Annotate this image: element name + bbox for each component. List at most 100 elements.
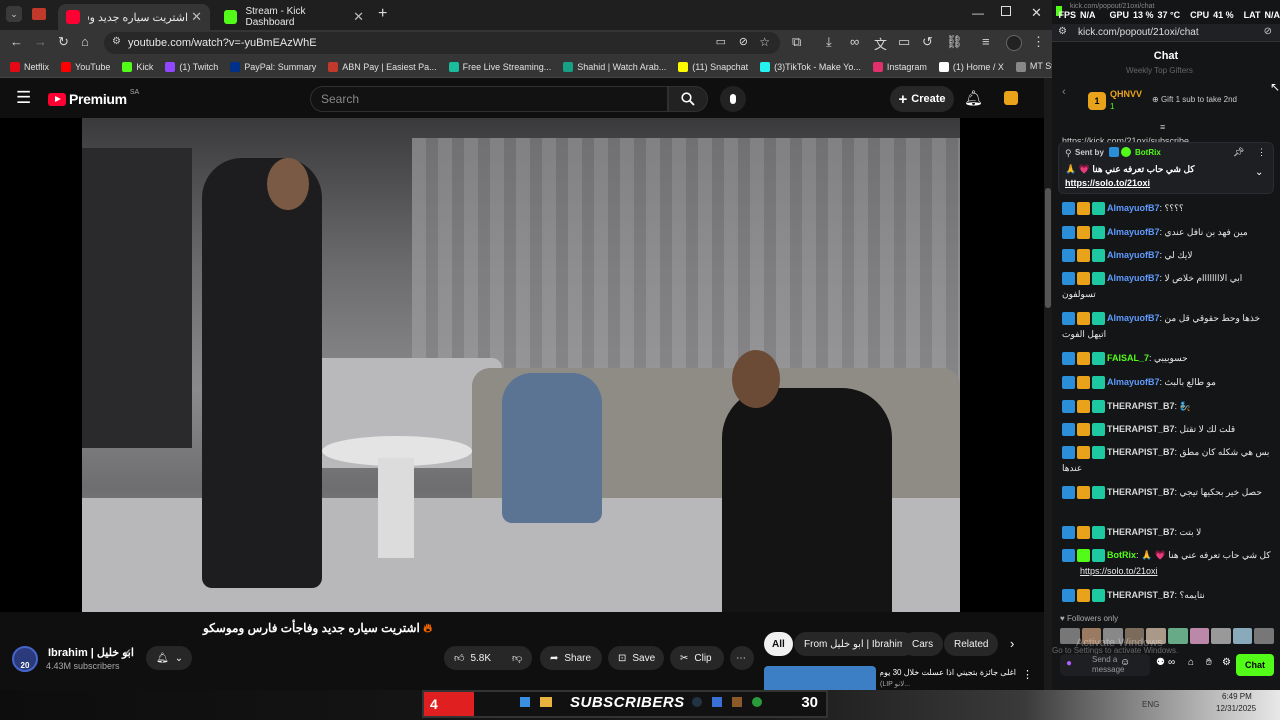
store-icon[interactable]: ⌂ [1188,657,1194,668]
maximize-button[interactable] [1001,6,1011,16]
channel-avatar[interactable]: 20 [12,646,38,672]
tab-search-button[interactable]: ⌄ [6,6,22,22]
app-icon[interactable] [712,697,722,707]
chat-username[interactable]: THERAPIST_B7 [1107,401,1175,411]
like-button[interactable]: 👍︎ 5.8K [444,646,504,670]
subscribed-button[interactable]: 🔔︎ ⌄ [146,646,192,670]
chat-username[interactable]: THERAPIST_B7 [1107,424,1175,434]
emote-icon[interactable] [1167,628,1188,644]
message-input[interactable]: ● Send a message [1060,654,1150,676]
page-scrollbar[interactable] [1044,78,1052,690]
bookmark-free-live-streaming[interactable]: Free Live Streaming... [448,61,551,72]
chat-username[interactable]: AlmayuofB7 [1107,203,1160,213]
top-gifter-name[interactable]: QHNVV [1110,89,1142,99]
notifications-bell-icon[interactable]: 🔔︎ [964,89,983,107]
dislike-button[interactable]: 👎︎ [504,646,532,670]
chat-link[interactable]: https://solo.to/21oxi [1080,566,1158,576]
bookmark-abn-pay[interactable]: ABN Pay | Easiest Pa... [328,61,437,72]
close-tab-icon[interactable]: ✕ [353,9,364,25]
site-info-icon[interactable]: ⚙ [112,36,121,47]
start-icon[interactable] [520,697,530,707]
profile-avatar[interactable] [1006,35,1022,51]
translate-icon[interactable]: 文 [874,34,887,53]
new-tab-button[interactable]: + [378,5,387,23]
bookmark-kick[interactable]: Kick [122,61,153,72]
chevron-left-icon[interactable]: ‹ [1062,86,1066,98]
channel-name[interactable]: Ibrahim | ابو خليل [48,646,134,659]
chip-related[interactable]: Related [944,632,999,656]
link-peek[interactable]: https://kick.com/21oxi/subscribe [1062,132,1272,142]
language-indicator[interactable]: ENG [1142,700,1159,709]
search-input[interactable]: Search [310,86,668,112]
video-player[interactable]: IB [0,118,1044,612]
bookmark-tiktok[interactable]: (3)TikTok - Make Yo... [760,61,861,72]
pinned-sender[interactable]: BotRix [1135,148,1161,157]
minimize-button[interactable]: — [972,6,984,20]
bookmark-netflix[interactable]: Netflix [10,61,49,72]
link-icon[interactable]: ⛓ [946,34,963,50]
back-icon[interactable]: ← [10,34,23,49]
bookmark-paypal[interactable]: PayPal: Summary [230,61,316,72]
chat-username[interactable]: AlmayuofB7 [1107,313,1160,323]
pin-toggle-icon[interactable]: 📌︎ [1233,147,1244,158]
youtube-logo[interactable]: Premium SA [48,89,139,107]
chat-username[interactable]: BotRix [1107,550,1136,560]
chip-all[interactable]: All [764,632,793,656]
home-icon[interactable]: ⌂ [81,34,89,49]
chat-username[interactable]: AlmayuofB7 [1107,377,1160,387]
collapse-icon[interactable]: ≡ [1160,122,1165,132]
settings-icon[interactable]: ⚙ [1222,657,1231,668]
chat-username[interactable]: THERAPIST_B7 [1107,590,1175,600]
close-tab-icon[interactable]: ✕ [191,9,202,25]
bookmark-youtube[interactable]: YouTube [61,61,110,72]
steam-icon[interactable] [692,697,702,707]
chat-username[interactable]: THERAPIST_B7 [1107,447,1175,457]
bookmark-mt-store[interactable]: MT Store - مرحبًا [1015,61,1052,72]
bookmark-twitch[interactable]: (1) Twitch [165,61,218,72]
address-bar[interactable]: ⚙ youtube.com/watch?v=-yuBmEAzWhE ☆ ⊘ ▭ [104,32,780,54]
share-button[interactable]: ➦ Share [540,646,602,670]
pinned-message[interactable]: ⚲ Sent by BotRix 📌︎ ⋮ كل شي حاب تعرفه عن… [1058,142,1274,194]
gift-cta[interactable]: ⊕ Gift 1 sub to take 2nd [1152,95,1237,104]
eye-off-icon[interactable]: ⊘ [1264,26,1272,37]
bookmark-instagram[interactable]: Instagram [872,61,927,72]
chat-username[interactable]: THERAPIST_B7 [1107,487,1175,497]
bookmark-shahid[interactable]: Shahid | Watch Arab... [563,61,666,72]
chip-from-channel[interactable]: From ابو خليل | Ibrahim [794,632,916,656]
emote-icon[interactable] [1254,628,1274,644]
chevron-right-icon[interactable]: › [1010,636,1014,651]
browser-menu-icon[interactable]: ⋮ [1032,34,1045,50]
hand-icon[interactable]: ✋︎ [1206,657,1212,668]
download-icon[interactable]: ⤓ [826,34,832,50]
bookmark-star-icon[interactable]: ☆ [759,35,770,49]
users-icon[interactable]: ⚉ [1156,657,1165,668]
chat-username[interactable]: AlmayuofB7 [1107,273,1160,283]
chat-username[interactable]: AlmayuofB7 [1107,250,1160,260]
chat-username[interactable]: THERAPIST_B7 [1107,527,1175,537]
extensions-icon[interactable]: ⧉ [792,34,801,50]
app-icon[interactable] [732,697,742,707]
glasses-icon[interactable]: ∞ [1168,657,1175,668]
chat-username[interactable]: FAISAL_7 [1107,353,1149,363]
media-icon[interactable]: ≡ [982,34,990,49]
emote-icon[interactable] [1232,628,1253,644]
hamburger-menu-icon[interactable]: ☰ [16,88,31,108]
xbox-icon[interactable] [752,697,762,707]
emote-icon[interactable] [1211,628,1231,644]
cast-icon[interactable]: ▭ [716,35,726,48]
more-actions-button[interactable]: ⋯ [730,646,754,670]
reload-icon[interactable]: ↻ [58,34,69,50]
wallet-icon[interactable]: ▭ [898,34,910,50]
file-explorer-icon[interactable] [540,697,552,707]
more-options-icon[interactable]: ⋮ [1257,147,1266,158]
search-button[interactable] [668,86,708,112]
pinned-tab[interactable] [32,8,46,20]
tune-icon[interactable]: ⚙ [1058,26,1067,37]
close-window-button[interactable]: ✕ [1031,5,1042,21]
extension-icon[interactable]: ∞ [850,34,859,49]
up-next-thumbnail[interactable] [764,666,876,690]
forward-icon[interactable]: → [34,34,47,49]
pinned-link[interactable]: https://solo.to/21oxi [1065,178,1150,188]
bookmark-x[interactable]: (1) Home / X [938,61,1004,72]
tab-youtube[interactable]: اشتريت سياره جديد وفاجأت ✕ [58,4,210,30]
